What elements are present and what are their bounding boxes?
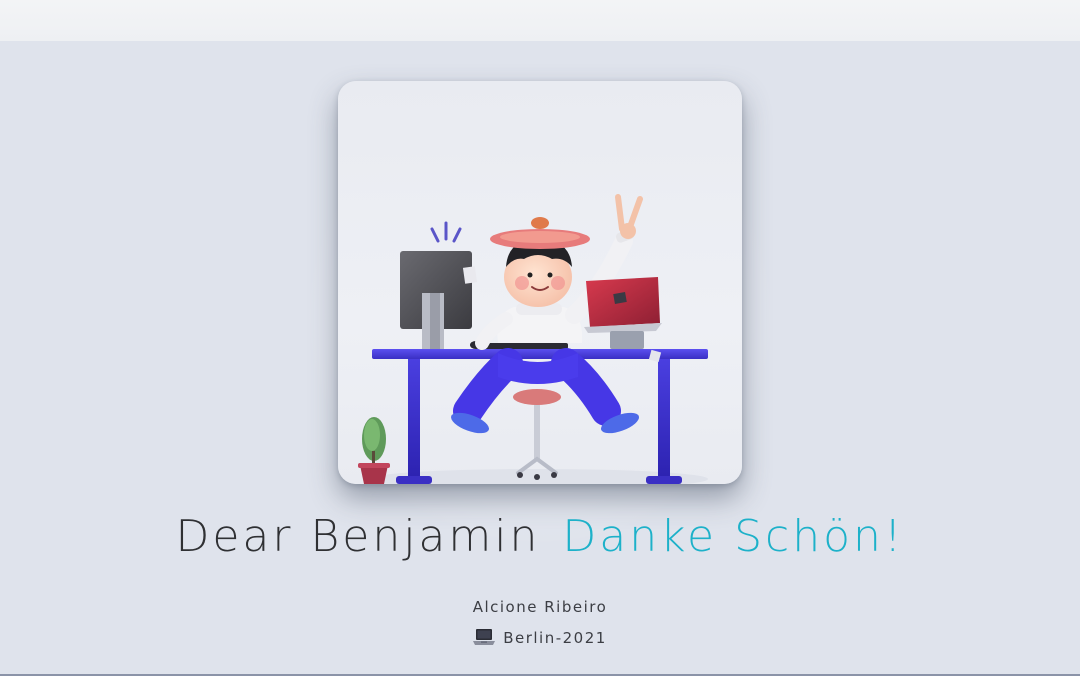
greeting-text: Dear Benjamin <box>175 511 541 562</box>
page-stage: Dear Benjamin Danke Schön! Alcione Ribeir… <box>0 41 1080 676</box>
chair <box>513 389 561 480</box>
plant <box>358 417 390 484</box>
laptop-icon <box>473 628 496 650</box>
signal-lines <box>430 221 462 243</box>
monitor <box>400 251 478 349</box>
illustration-card <box>338 81 742 484</box>
location-text: Berlin-2021 <box>503 629 607 647</box>
author-name: Alcione Ribeiro <box>472 598 608 616</box>
headline: Dear Benjamin Danke Schön! <box>0 511 1080 562</box>
top-bar <box>0 0 1080 41</box>
location-line: Berlin-2021 <box>0 628 1080 650</box>
thanks-text: Danke Schön! <box>562 511 905 562</box>
person-at-desk-illustration <box>358 194 708 484</box>
